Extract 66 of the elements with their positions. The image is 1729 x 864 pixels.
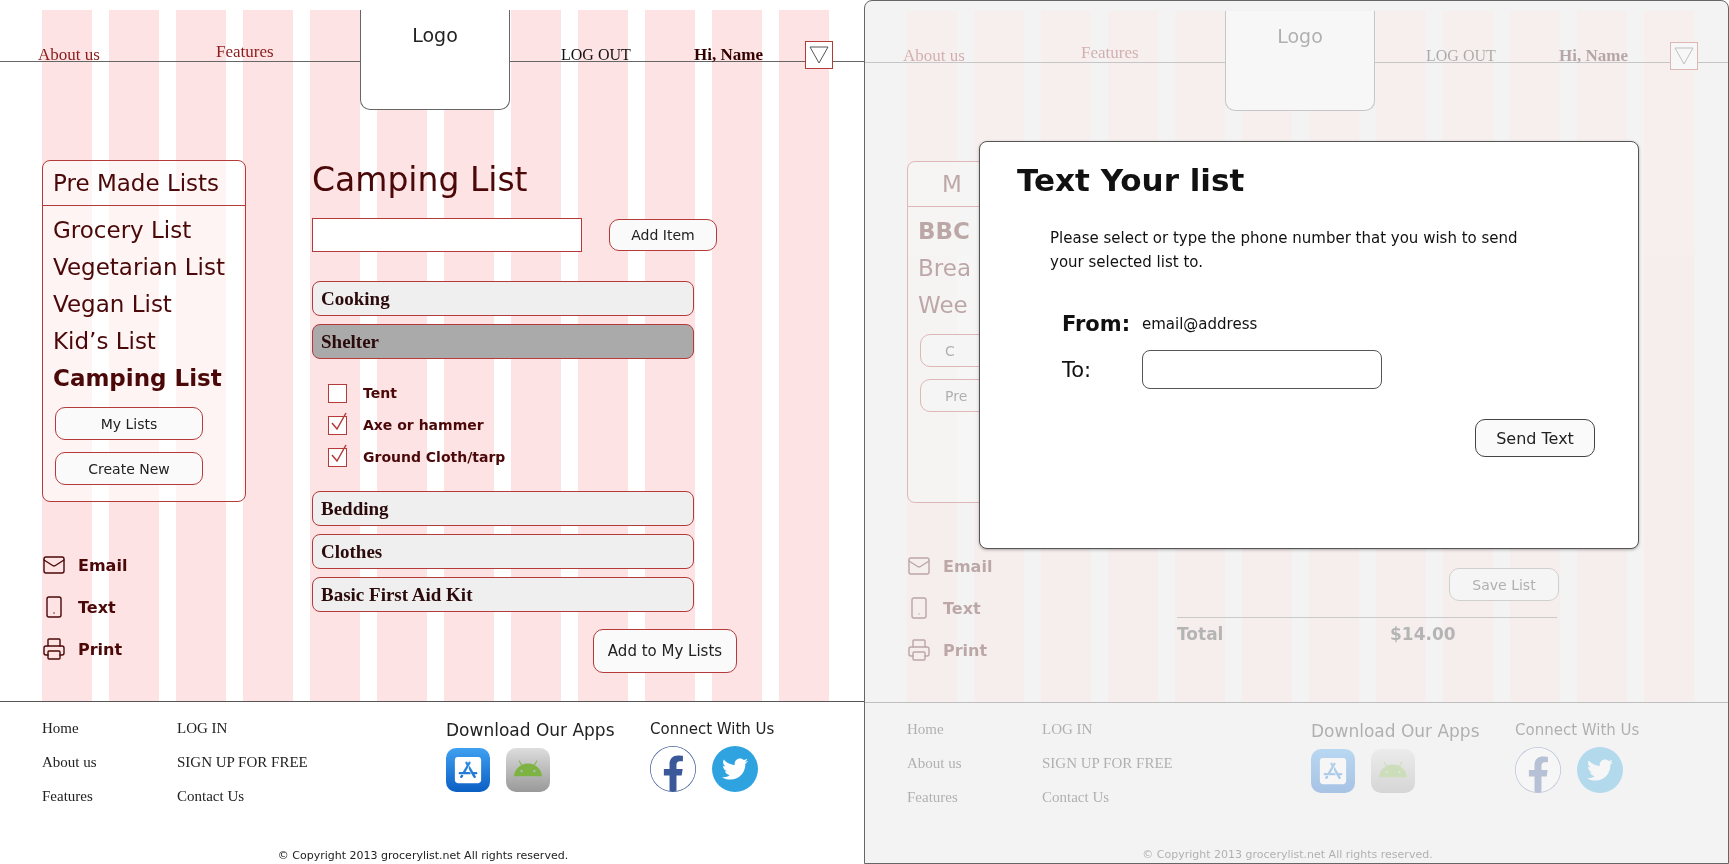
item-input[interactable] [312, 218, 582, 252]
item-label: Axe or hammer [363, 417, 484, 433]
envelope-icon [42, 553, 66, 577]
to-label: To: [1062, 357, 1093, 382]
send-text-button[interactable]: Send Text [1475, 419, 1595, 457]
app-store-icon[interactable] [446, 748, 490, 792]
twitter-icon[interactable] [712, 746, 758, 792]
copyright-text: © Copyright 2013 grocerylist.net All rights reserved. [277, 849, 569, 862]
sidebar-button[interactable]: Create New [55, 452, 203, 485]
dialog-message: Please select or type the phone number that you wish to send your selected list to. [1050, 228, 1519, 273]
category-header[interactable]: Basic First Aid Kit [312, 577, 694, 612]
item-label: Ground Cloth/tarp [363, 449, 506, 465]
printer-icon [907, 638, 931, 662]
from-address: email@address [1142, 315, 1259, 333]
checkbox[interactable] [328, 415, 347, 435]
checkmark-icon [330, 411, 348, 432]
greeting-text: Hi, Name [694, 45, 764, 65]
nav-link[interactable]: About us [38, 45, 100, 65]
share-link[interactable]: Print [42, 628, 123, 670]
dropdown-button[interactable] [805, 41, 834, 69]
checkbox[interactable] [328, 447, 347, 467]
add-to-lists-button[interactable]: Add to My Lists [593, 629, 737, 673]
category-header[interactable]: Clothes [312, 534, 694, 569]
share-link[interactable]: Text [42, 586, 116, 628]
dialog-title: Text Your list [1017, 162, 1246, 198]
total-label: Total [1177, 624, 1225, 644]
greeting-text: Hi, Name [1559, 46, 1629, 66]
share-link[interactable]: Email [42, 544, 128, 586]
list-title: Camping List [312, 160, 529, 200]
list-link[interactable]: Vegan List [53, 286, 172, 323]
footer-link[interactable]: Features [42, 788, 93, 805]
total-value: $14.00 [1390, 624, 1457, 644]
triangle-down-icon [809, 46, 830, 64]
checkmark-icon [330, 443, 348, 464]
footer-heading: Connect With Us [650, 720, 776, 738]
add-item-button[interactable]: Add Item [609, 219, 717, 251]
logout-link[interactable]: LOG OUT [510, 46, 631, 64]
panel-heading: Pre Made Lists [43, 161, 245, 206]
list-link[interactable]: Vegetarian List [53, 249, 225, 286]
triangle-down-icon [1673, 47, 1694, 65]
printer-icon [42, 637, 66, 661]
footer-heading: Download Our Apps [1311, 721, 1481, 741]
footer-link[interactable]: Contact Us [177, 788, 245, 805]
android-bag-icon[interactable] [506, 748, 550, 792]
footer-heading: Download Our Apps [446, 720, 616, 740]
logo-text: Logo [1277, 25, 1323, 49]
category-header[interactable]: Shelter [312, 324, 694, 359]
phone-field[interactable] [1142, 350, 1382, 389]
nav-link[interactable]: Features [216, 42, 274, 62]
envelope-icon [907, 554, 931, 578]
sidebar-button[interactable]: My Lists [55, 407, 203, 440]
checkbox[interactable] [328, 383, 347, 403]
footer-link[interactable]: LOG IN [177, 720, 228, 737]
list-link[interactable]: Camping List [53, 360, 222, 397]
list-link[interactable]: Grocery List [53, 212, 192, 249]
list-link[interactable]: Kid’s List [53, 323, 156, 360]
footer-link[interactable]: About us [42, 754, 97, 771]
footer-link[interactable]: SIGN UP FOR FREE [177, 754, 308, 771]
category-header[interactable]: Bedding [312, 491, 694, 526]
facebook-icon[interactable] [650, 746, 696, 792]
logo-text: Logo [412, 24, 458, 48]
footer-heading: Connect With Us [1515, 721, 1641, 739]
copyright-text: © Copyright 2013 grocerylist.net All rights reserved. [1142, 848, 1433, 861]
footer-link[interactable]: Home [42, 720, 79, 737]
category-header[interactable]: Cooking [312, 281, 694, 316]
item-label: Tent [363, 385, 397, 401]
